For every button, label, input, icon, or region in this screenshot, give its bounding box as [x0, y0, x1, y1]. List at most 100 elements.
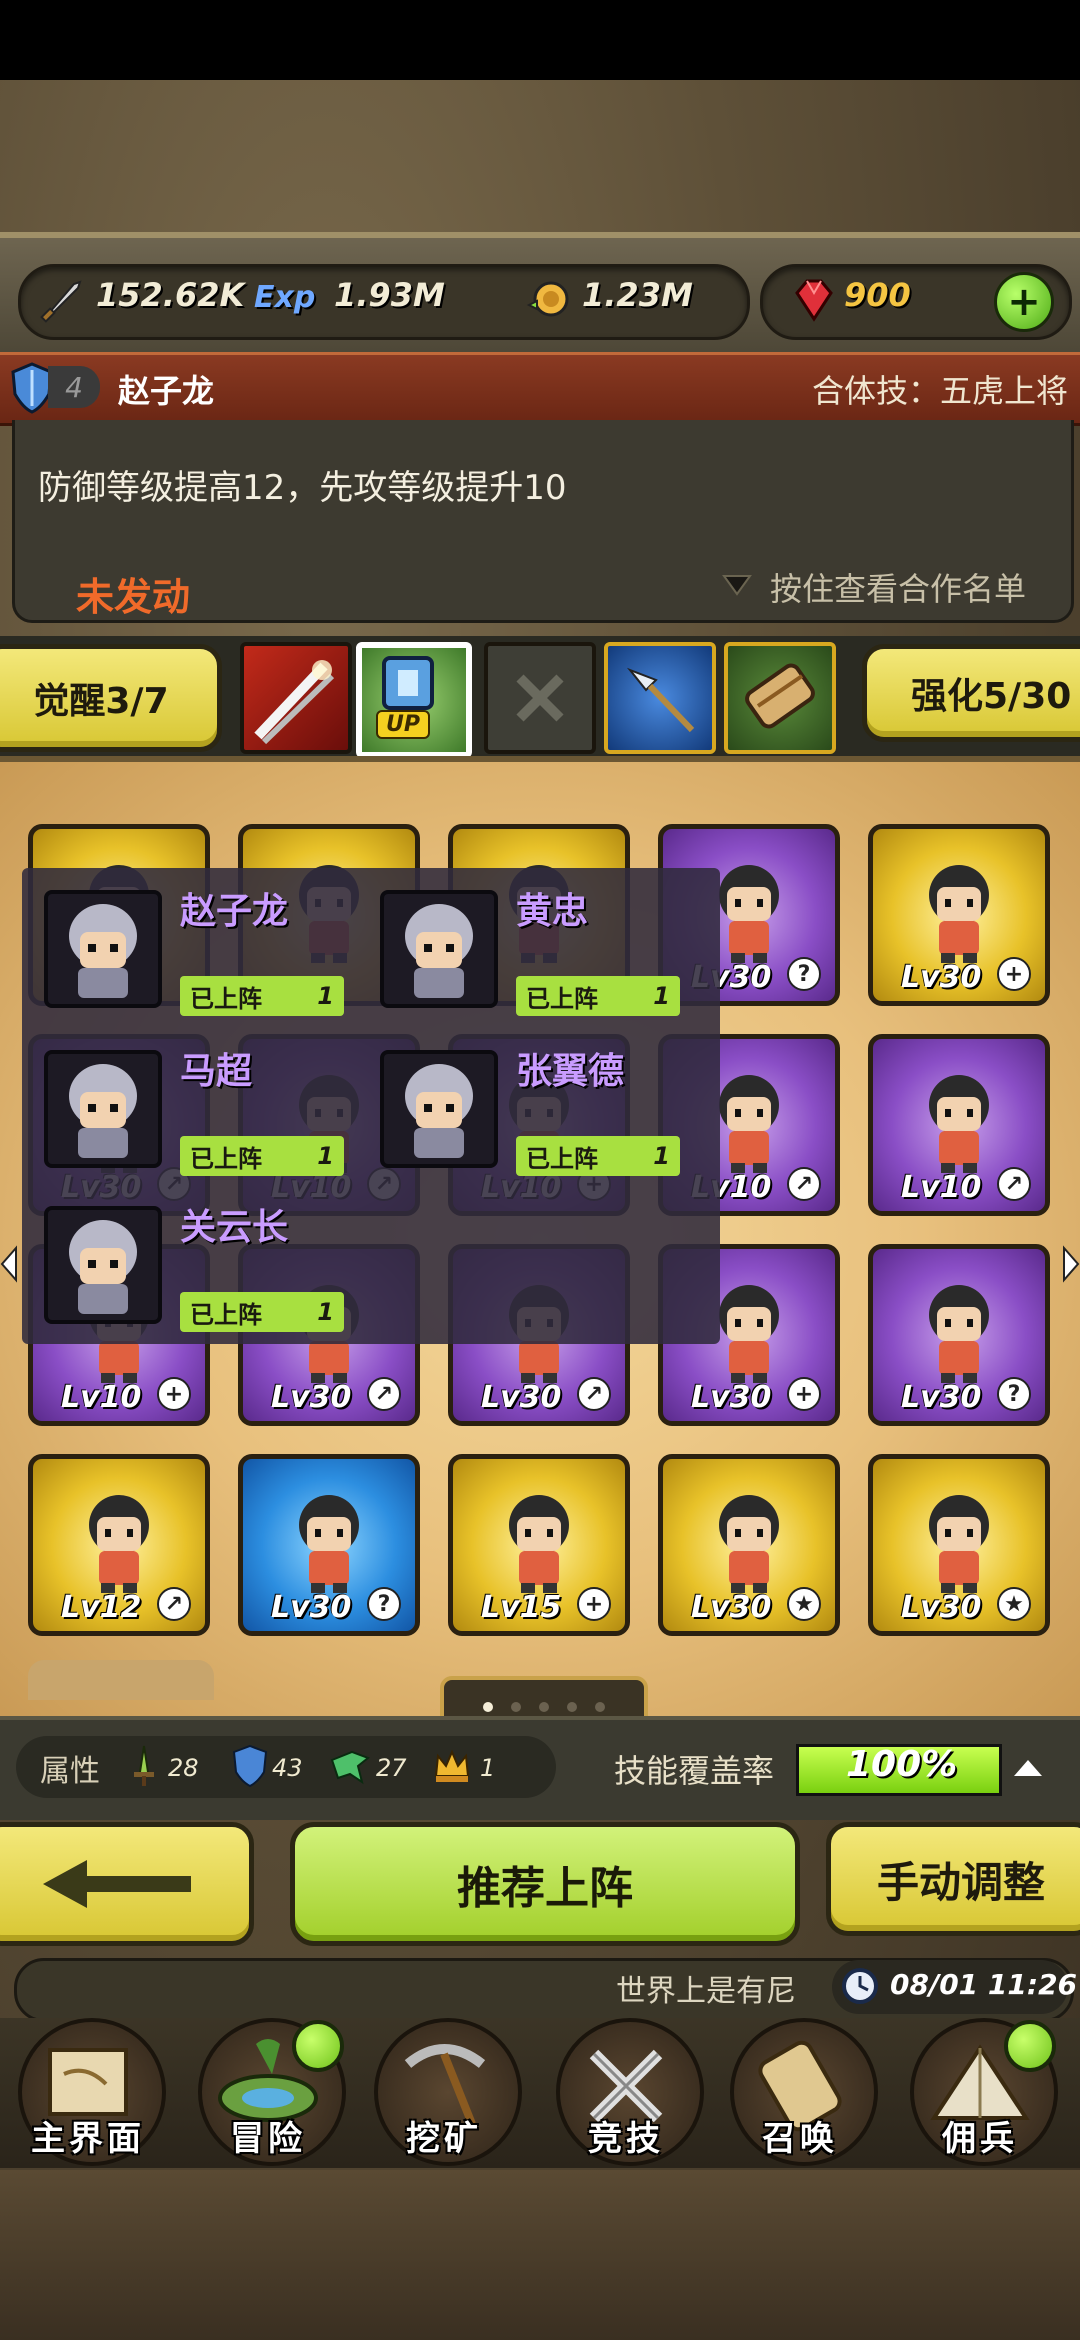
skill-slot-shield-up[interactable]: UP	[356, 642, 472, 758]
member-count: 1	[317, 982, 334, 1010]
crossed-blades-icon	[254, 660, 335, 745]
scroll-icon	[745, 663, 815, 729]
hero-sprite-icon	[89, 1495, 149, 1593]
blue-shield-icon	[232, 1744, 268, 1788]
hero-card[interactable]: Lv30?	[238, 1454, 420, 1636]
skill-slot-empty[interactable]	[484, 642, 596, 754]
up-tag: UP	[376, 710, 430, 739]
member-name: 关云长	[180, 1207, 289, 1248]
hero-card[interactable]: Lv10 ↗	[868, 1034, 1050, 1216]
hero-card[interactable]: Lv30?	[868, 1244, 1050, 1426]
green-sword-icon	[124, 1744, 164, 1788]
skill-slot-spear[interactable]	[604, 642, 716, 754]
nav-label: 佣兵	[942, 2119, 1018, 2159]
combo-hint[interactable]: 按住查看合作名单	[770, 564, 1026, 610]
hint-triangle-icon	[722, 574, 752, 596]
nav-label: 主界面	[31, 2119, 145, 2159]
member-deployed-tag: 已上阵 1	[180, 976, 344, 1016]
hero-level: Lv10	[61, 1380, 142, 1415]
manual-adjust-button[interactable]: 手动调整	[826, 1822, 1080, 1936]
hero-status-badge: +	[997, 957, 1031, 991]
hero-level: Lv30	[691, 1590, 772, 1625]
hero-status-badge: ?	[787, 957, 821, 991]
expand-up-icon[interactable]	[1010, 1756, 1046, 1780]
hero-status-badge: +	[787, 1377, 821, 1411]
attack-value: 152.62K	[96, 276, 245, 314]
hero-sprite-icon	[929, 1495, 989, 1593]
green-dragon-icon	[328, 1746, 372, 1786]
hero-status-badge: ?	[367, 1587, 401, 1621]
recommend-button[interactable]: 推荐上阵	[290, 1822, 800, 1946]
back-arrow-icon	[43, 1860, 191, 1908]
hero-card[interactable]: Lv30 ★	[868, 1454, 1050, 1636]
add-gems-button[interactable]: +	[994, 272, 1054, 332]
hero-status-badge: ?	[997, 1377, 1031, 1411]
skill-slot-scroll[interactable]	[724, 642, 836, 754]
sword-icon	[34, 272, 90, 328]
nav-label: 冒险	[230, 2119, 306, 2159]
awaken-button[interactable]: 觉醒3/7	[0, 644, 222, 752]
attr-crown-value: 1	[480, 1754, 496, 1782]
hero-level: Lv12	[61, 1590, 142, 1625]
ruby-gem-icon	[784, 272, 840, 328]
hero-level: Lv30	[901, 1380, 982, 1415]
nav-summon-scroll[interactable]: 召唤	[720, 2014, 880, 2166]
hero-status-badge: ★	[997, 1587, 1031, 1621]
page-dot	[539, 1702, 549, 1712]
nav-pickaxe[interactable]: 挖矿	[364, 2014, 524, 2166]
nav-island[interactable]: 冒险	[188, 2014, 348, 2166]
hero-card[interactable]: Lv30 ★	[658, 1454, 840, 1636]
hero-name: 赵子龙	[118, 372, 215, 410]
member-count: 1	[653, 1142, 670, 1170]
page-dot	[511, 1702, 521, 1712]
member-portrait	[44, 890, 162, 1008]
chat-message: 世界上是有尼	[616, 1974, 796, 2009]
member-tag-label: 已上阵	[190, 1300, 262, 1329]
hero-level: Lv30	[901, 960, 982, 995]
page-right-arrow[interactable]	[1062, 1244, 1080, 1284]
exp-value: 1.93M	[334, 276, 445, 314]
page-dot	[483, 1702, 493, 1712]
hero-sprite-icon	[929, 1075, 989, 1173]
hero-card[interactable]: Lv30 +	[868, 824, 1050, 1006]
gems-value: 900	[844, 276, 911, 314]
back-button[interactable]	[0, 1822, 254, 1946]
member-portrait	[44, 1050, 162, 1168]
member-count: 1	[317, 1142, 334, 1170]
member-avatar-icon	[69, 1220, 137, 1314]
hero-sprite-icon	[929, 1285, 989, 1383]
hero-status-badge: +	[577, 1587, 611, 1621]
hero-card[interactable]: Lv15 +	[448, 1454, 630, 1636]
member-deployed-tag: 已上阵 1	[180, 1292, 344, 1332]
nav-label: 挖矿	[406, 2119, 482, 2159]
coverage-value: 100%	[846, 1744, 958, 1785]
page-left-arrow[interactable]	[0, 1244, 18, 1284]
member-count: 1	[317, 1298, 334, 1326]
attribute-label: 属性	[40, 1754, 100, 1789]
member-tag-label: 已上阵	[190, 984, 262, 1013]
nav-label: 竞技	[588, 2119, 664, 2159]
member-name: 黄忠	[516, 891, 589, 932]
combo-skill-label: 合体技：五虎上将	[811, 372, 1068, 410]
clock-icon	[840, 1966, 880, 2006]
member-deployed-tag: 已上阵 1	[180, 1136, 344, 1176]
empty-x-icon	[516, 674, 564, 722]
hero-sprite-icon	[299, 1495, 359, 1593]
enhance-button[interactable]: 强化5/30	[862, 644, 1080, 742]
notification-dot	[1004, 2020, 1056, 2072]
hero-card[interactable]: Lv12 ↗	[28, 1454, 210, 1636]
nav-tent[interactable]: 佣兵	[900, 2014, 1060, 2166]
member-portrait	[380, 1050, 498, 1168]
page-dot	[595, 1702, 605, 1712]
map-background-bottom	[0, 2170, 1080, 2340]
nav-scroll-map[interactable]: 主界面	[8, 2014, 168, 2166]
hero-level: Lv15	[481, 1590, 562, 1625]
crown-icon	[432, 1746, 472, 1786]
member-deployed-tag: 已上阵 1	[516, 1136, 680, 1176]
member-tag-label: 已上阵	[526, 1144, 598, 1173]
skill-slot-blades[interactable]	[240, 642, 352, 754]
hero-level: Lv30	[481, 1380, 562, 1415]
nav-label: 召唤	[762, 2119, 838, 2159]
hero-level: Lv30	[901, 1590, 982, 1625]
nav-crossed-swords[interactable]: 竞技	[546, 2014, 706, 2166]
